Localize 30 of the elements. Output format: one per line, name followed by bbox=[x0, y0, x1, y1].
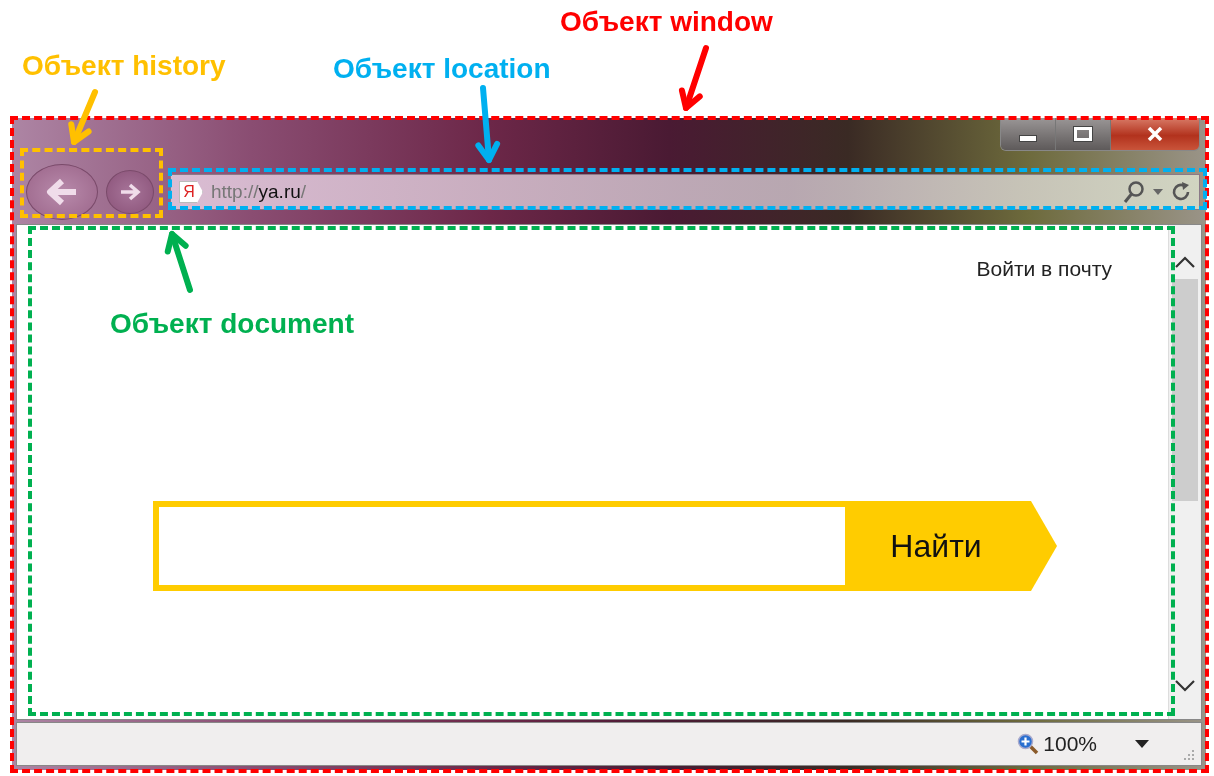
annotation-label: Объект history bbox=[22, 50, 226, 82]
annotation-label: Объект window bbox=[560, 6, 773, 38]
back-button[interactable] bbox=[26, 164, 98, 220]
scroll-down-icon[interactable] bbox=[1174, 679, 1196, 693]
find-button[interactable]: Найти bbox=[845, 501, 1057, 591]
zoom-level[interactable]: 100% bbox=[1043, 732, 1097, 756]
forward-button[interactable] bbox=[106, 170, 154, 214]
zoom-icon[interactable] bbox=[1017, 733, 1040, 755]
scroll-thumb[interactable] bbox=[1172, 279, 1198, 501]
arrow bbox=[164, 231, 193, 293]
arrow bbox=[68, 89, 98, 145]
search-icon[interactable] bbox=[1123, 180, 1145, 204]
maximize-button[interactable] bbox=[1056, 118, 1111, 150]
url-text: http://ya.ru/ bbox=[211, 181, 307, 203]
annotation-label: Объект location bbox=[333, 53, 551, 85]
minimize-button[interactable] bbox=[1001, 118, 1056, 150]
right-arrow-icon bbox=[119, 183, 141, 201]
close-icon bbox=[1147, 127, 1163, 141]
zoom-dropdown-icon[interactable] bbox=[1135, 740, 1149, 748]
dropdown-caret-icon[interactable] bbox=[1153, 189, 1163, 195]
site-favicon: Я bbox=[179, 181, 203, 203]
scroll-up-icon[interactable] bbox=[1174, 255, 1196, 269]
annotation-label: Объект document bbox=[110, 308, 354, 340]
vertical-scrollbar[interactable] bbox=[1168, 225, 1201, 719]
resize-grip-icon[interactable] bbox=[1183, 749, 1195, 761]
address-bar[interactable]: Я http://ya.ru/ bbox=[170, 174, 1200, 210]
close-button[interactable] bbox=[1111, 118, 1199, 150]
mail-login-link[interactable]: Войти в почту bbox=[976, 257, 1112, 281]
arrow bbox=[678, 45, 709, 111]
search-field[interactable] bbox=[153, 501, 845, 591]
